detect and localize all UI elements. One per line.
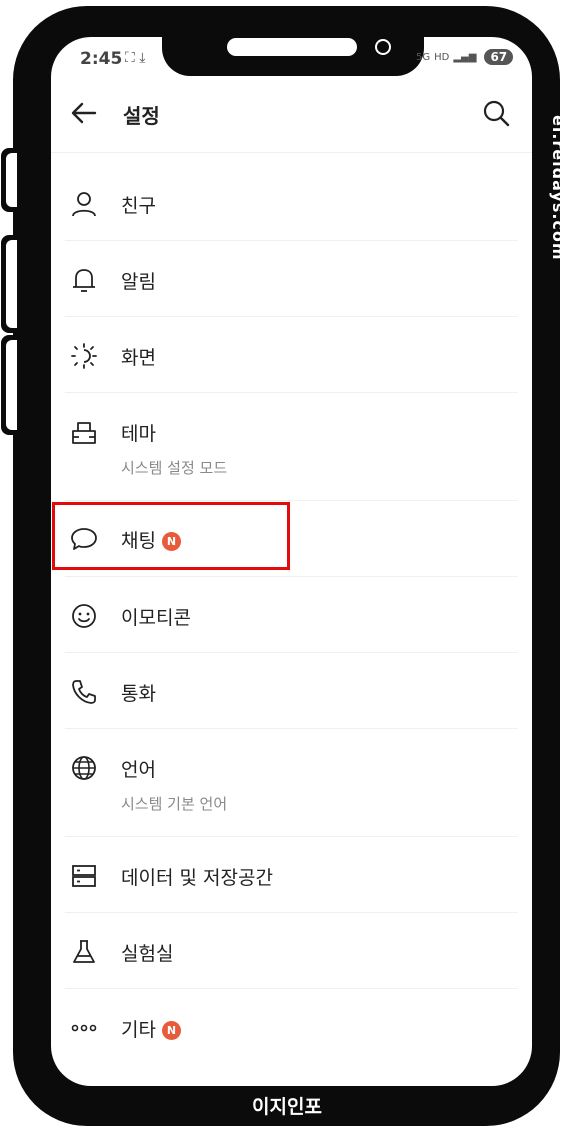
highlight-box — [52, 502, 290, 570]
emoticon-icon — [72, 604, 96, 628]
storage-icon — [72, 865, 96, 887]
menu-item-storage[interactable]: 데이터 및 저장공간 — [51, 840, 532, 912]
phone-icon — [72, 680, 96, 704]
flask-icon — [73, 940, 95, 963]
menu-item-label: 데이터 및 저장공간 — [121, 867, 273, 889]
menu-item-label: 알림 — [121, 271, 156, 293]
menu-item-language[interactable]: 언어 시스템 기본 언어 — [51, 732, 532, 836]
side-button — [1, 335, 19, 435]
network-indicator: 5G — [416, 51, 431, 63]
menu-item-label: 테마 — [121, 423, 156, 445]
new-badge: N — [161, 1021, 181, 1040]
app-header: 설정 — [51, 88, 532, 140]
theme-icon — [72, 422, 96, 444]
divider — [65, 912, 518, 913]
side-button — [1, 235, 19, 333]
divider — [65, 392, 518, 393]
bell-icon — [73, 269, 95, 292]
header-divider — [51, 152, 532, 153]
menu-item-label: 실험실 — [121, 943, 174, 965]
more-icon — [71, 1024, 97, 1032]
status-left-icons: ⛶ ⤓ — [125, 50, 146, 66]
search-icon[interactable] — [481, 98, 511, 128]
status-right: 5G HD ▂▄▆ 67 — [416, 49, 514, 65]
menu-item-label: 친구 — [121, 195, 156, 217]
menu-item-lab[interactable]: 실험실 — [51, 916, 532, 988]
person-icon — [72, 192, 96, 217]
menu-item-label: 기타 N — [121, 1015, 181, 1042]
watermark: ei.reidays.com — [549, 115, 568, 261]
menu-item-theme[interactable]: 테마 시스템 설정 모드 — [51, 396, 532, 500]
divider — [65, 500, 518, 501]
divider — [65, 728, 518, 729]
menu-item-sublabel: 시스템 설정 모드 — [121, 459, 228, 477]
side-button — [1, 148, 19, 212]
menu-item-label: 이모티콘 — [121, 607, 191, 629]
hd-indicator: HD — [434, 51, 450, 63]
menu-item-emoticon[interactable]: 이모티콘 — [51, 580, 532, 652]
menu-item-display[interactable]: 화면 — [51, 320, 532, 392]
menu-item-friends[interactable]: 친구 — [51, 168, 532, 240]
footer-brand: 이지인포 — [252, 1096, 322, 1118]
speaker-icon — [227, 38, 357, 56]
menu-item-notifications[interactable]: 알림 — [51, 244, 532, 316]
menu-item-call[interactable]: 통화 — [51, 656, 532, 728]
battery-indicator: 67 — [484, 49, 514, 65]
divider — [65, 836, 518, 837]
page-title: 설정 — [123, 104, 160, 128]
globe-icon — [72, 756, 96, 780]
back-arrow-icon[interactable] — [69, 98, 99, 128]
divider — [65, 652, 518, 653]
signal-icon: ▂▄▆ — [453, 51, 477, 63]
status-time: 2:45 — [80, 49, 123, 69]
divider — [65, 988, 518, 989]
divider — [65, 576, 518, 577]
menu-item-sublabel: 시스템 기본 언어 — [121, 795, 228, 813]
menu-item-label: 화면 — [121, 347, 156, 369]
menu-item-label: 언어 — [121, 759, 156, 781]
camera-icon — [375, 39, 391, 55]
brightness-icon — [71, 343, 97, 369]
divider — [65, 240, 518, 241]
divider — [65, 316, 518, 317]
menu-item-etc[interactable]: 기타 N — [51, 992, 532, 1064]
menu-item-label: 통화 — [121, 683, 156, 705]
